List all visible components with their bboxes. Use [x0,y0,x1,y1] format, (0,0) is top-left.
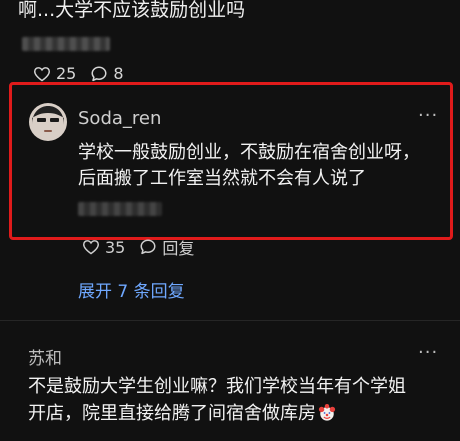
like-count: 25 [56,64,77,83]
top-comment-text: 啊...大学不应该鼓励创业吗 [18,0,246,21]
like-button[interactable]: 35 [82,238,125,257]
blurred-meta [78,202,162,216]
reply-text: 学校一般鼓励创业，不鼓励在宿舍创业呀， 后面搬了工作室当然就不会有人说了 [78,140,438,192]
heart-icon [33,66,51,82]
comment-username[interactable]: 苏和 [28,344,62,369]
expand-replies-link[interactable]: 展开 7 条回复 [78,277,185,302]
comment-line: 开店，院里直接给腾了间宿舍做库房 [28,403,316,424]
comment-text: 不是鼓励大学生创业嘛？我们学校当年有个学姐 开店，院里直接给腾了间宿舍做库房 [28,373,448,427]
more-options-icon[interactable]: ··· [418,342,438,363]
divider [0,320,460,321]
reply-button[interactable]: 8 [90,64,124,83]
like-count: 35 [105,237,126,257]
reply-button[interactable]: 回复 [139,235,194,259]
clown-emoji-icon [318,403,336,421]
like-button[interactable]: 25 [33,64,76,83]
comment-line: 不是鼓励大学生创业嘛？我们学校当年有个学姐 [28,376,406,397]
reply-actions: 35 回复 [82,235,194,259]
reply-line: 后面搬了工作室当然就不会有人说了 [78,168,366,189]
avatar[interactable] [29,103,67,141]
blurred-meta [22,37,110,51]
comment-bubble-icon [90,65,108,83]
top-comment-actions: 25 8 [33,64,124,83]
comment-line-wrap: 开店，院里直接给腾了间宿舍做库房 [28,400,448,427]
comment-bubble-icon [139,238,157,256]
reply-line: 学校一般鼓励创业，不鼓励在宿舍创业呀， [78,142,420,163]
comment-thread: 啊...大学不应该鼓励创业吗 25 8 Soda_ren ··· 学校一般鼓励创… [0,0,460,441]
reply-count: 8 [113,64,124,83]
heart-icon [82,239,100,255]
reply-label: 回复 [162,239,195,258]
more-options-icon[interactable]: ··· [418,105,438,126]
reply-username[interactable]: Soda_ren [78,108,161,129]
